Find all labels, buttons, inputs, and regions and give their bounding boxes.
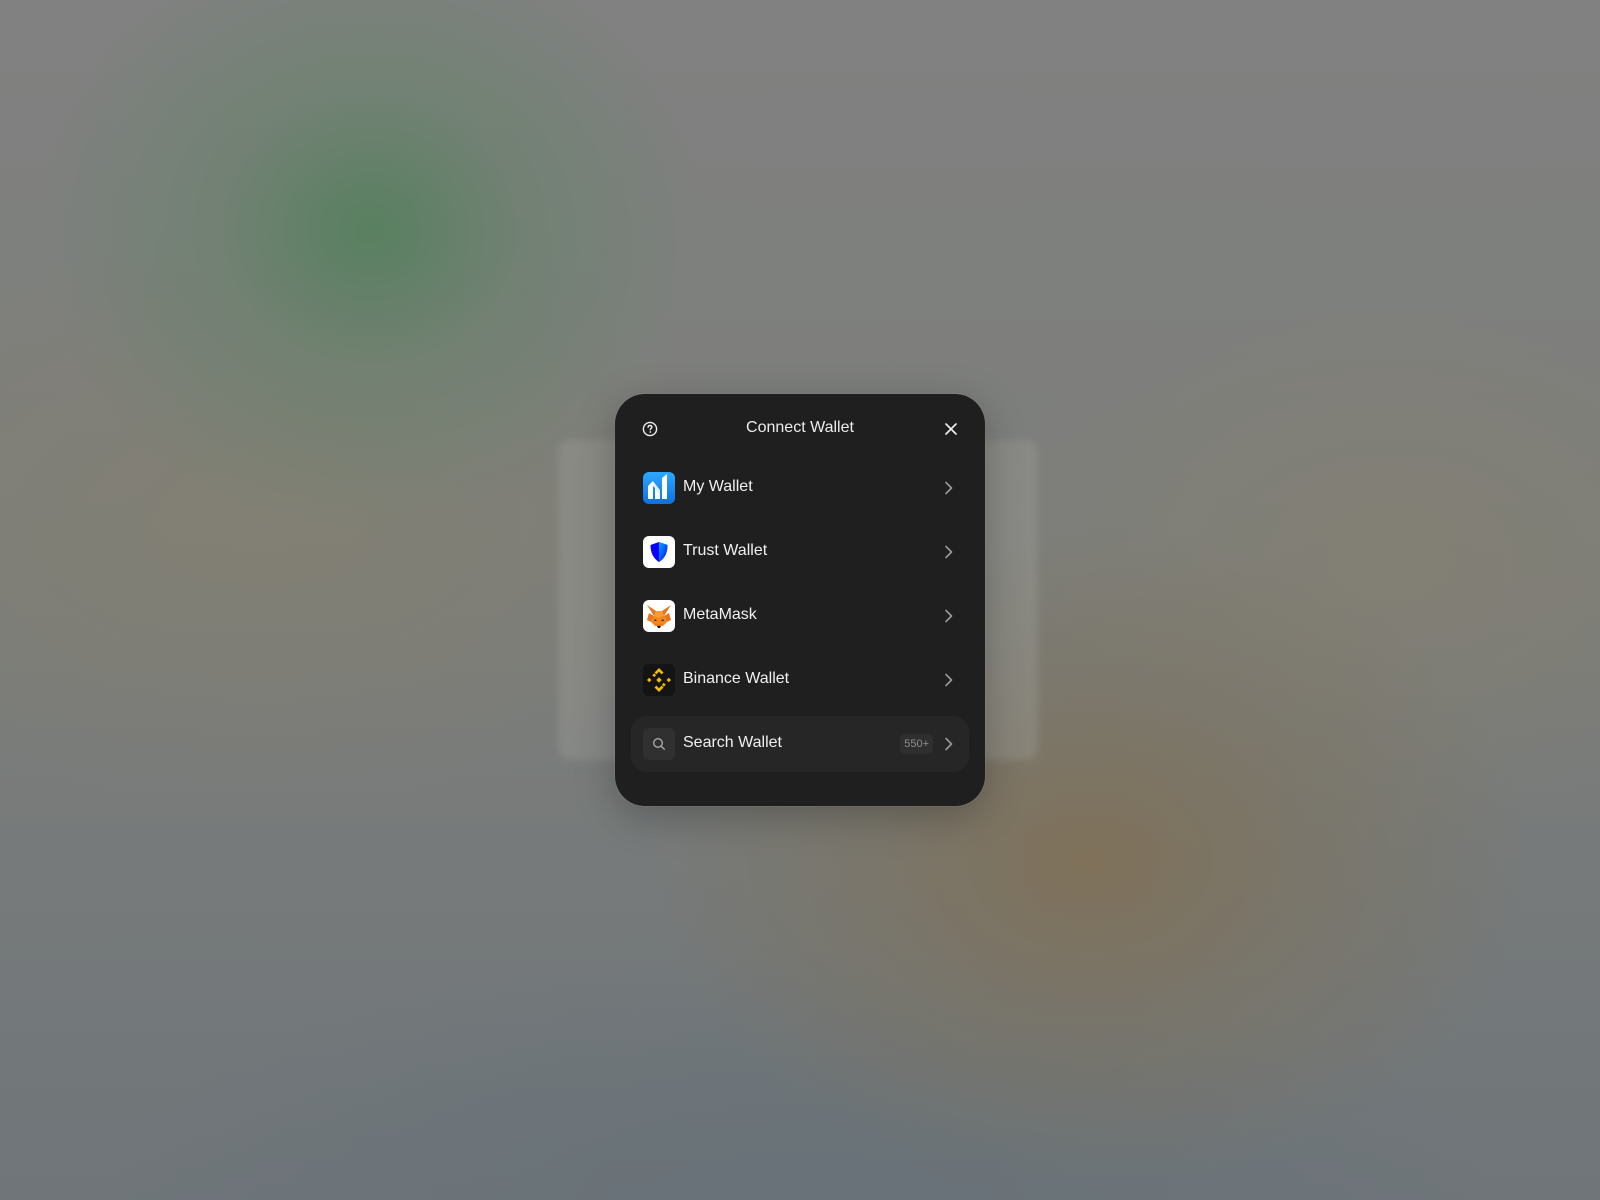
wallet-option-trust-wallet[interactable]: Trust Wallet: [631, 524, 969, 580]
modal-header: Connect Wallet: [615, 394, 985, 458]
chevron-right-icon: [943, 736, 955, 752]
chevron-right-icon: [943, 544, 955, 560]
wallet-option-my-wallet[interactable]: My Wallet: [631, 460, 969, 516]
wallet-label-binance-wallet: Binance Wallet: [683, 670, 790, 687]
wallet-label-metamask: MetaMask: [683, 606, 757, 623]
wallet-list: My Wallet Trust Wallet MetaMask Binance …: [631, 460, 969, 780]
chevron-right-icon: [943, 672, 955, 688]
chevron-right-icon: [943, 480, 955, 496]
search-wallet-button[interactable]: Search Wallet 550+: [631, 716, 969, 772]
wallet-count-badge: 550+: [900, 734, 933, 754]
wallet-option-binance-wallet[interactable]: Binance Wallet: [631, 652, 969, 708]
wallet-label-trust-wallet: Trust Wallet: [683, 542, 768, 559]
wallet-label-my-wallet: My Wallet: [683, 478, 753, 495]
modal-title: Connect Wallet: [746, 419, 854, 436]
search-wallet-label: Search Wallet: [683, 734, 782, 751]
binance-logo-icon: [643, 664, 675, 696]
my-wallet-logo-icon: [643, 472, 675, 504]
search-icon: [643, 728, 675, 760]
connect-wallet-modal: Connect Wallet My Wallet Trust Wallet Me…: [615, 394, 985, 806]
metamask-fox-icon: [643, 600, 675, 632]
chevron-right-icon: [943, 608, 955, 624]
trust-wallet-shield-icon: [643, 536, 675, 568]
close-icon[interactable]: [941, 419, 961, 439]
wallet-option-metamask[interactable]: MetaMask: [631, 588, 969, 644]
